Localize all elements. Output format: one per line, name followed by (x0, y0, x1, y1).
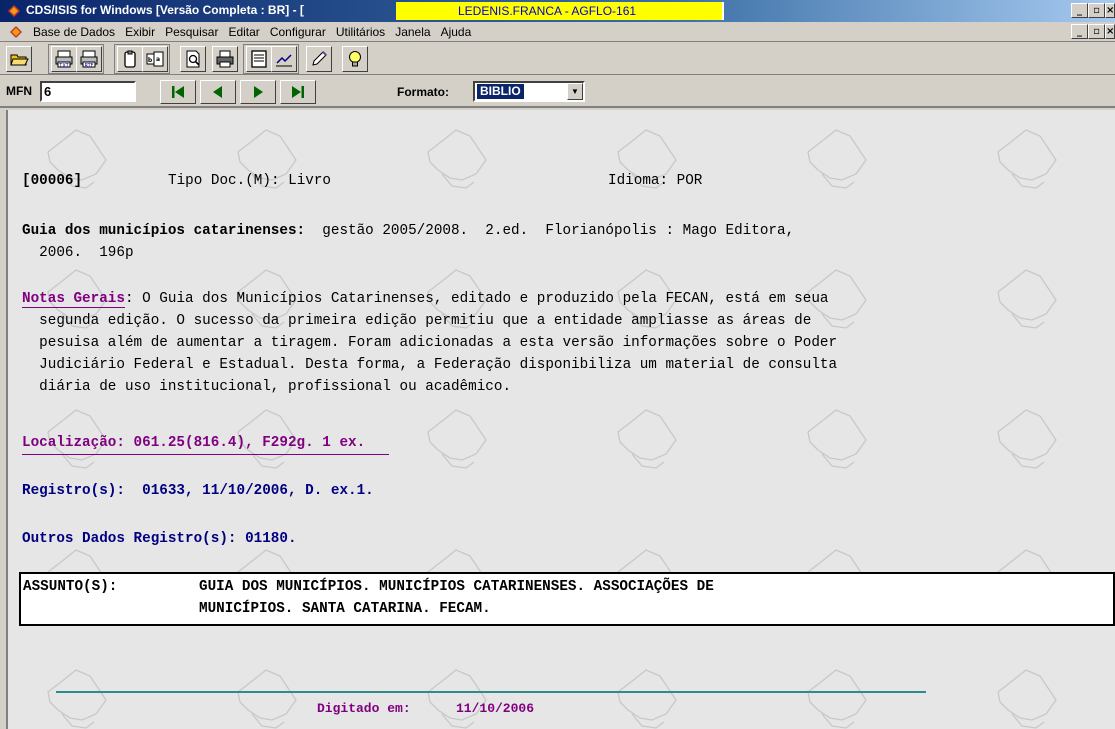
assunto-label: ASSUNTO(S): (23, 579, 118, 595)
notes-line-5: diária de uso institucional, profissiona… (22, 379, 512, 395)
pencil-icon (312, 51, 327, 66)
idioma: Idioma: POR (608, 173, 703, 189)
formato-select[interactable]: BIBLIO ▼ (473, 81, 585, 102)
title-rest: gestão 2005/2008. 2.ed. Florianópolis : … (305, 223, 795, 239)
menu-base-de-dados[interactable]: Base de Dados (28, 25, 120, 39)
mfn-label: MFN (6, 84, 32, 98)
print-preview-button[interactable] (180, 46, 206, 72)
first-record-icon (172, 86, 184, 98)
child-restore-button[interactable]: ▫ (1088, 24, 1105, 39)
svg-text:TXT: TXT (58, 63, 69, 69)
notes-line-2: segunda edição. O sucesso da primeira ed… (22, 313, 812, 329)
notes-text-1: : O Guia dos Municípios Catarinenses, ed… (124, 291, 829, 307)
next-record-button[interactable] (240, 80, 276, 104)
export-rtf-button[interactable]: RTF (76, 46, 102, 72)
open-folder-button[interactable] (6, 46, 32, 72)
last-record-button[interactable] (280, 80, 316, 104)
menu-configurar[interactable]: Configurar (265, 25, 331, 39)
svg-text:a: a (156, 56, 160, 63)
notes-line-3: pesuisa além de aumentar a tiragem. Fora… (22, 335, 838, 351)
printer-txt-icon: TXT (55, 50, 73, 69)
edit-form-icon (276, 54, 292, 67)
menu-editar[interactable]: Editar (223, 25, 264, 39)
title-label: Guia dos municípios catarinenses: (22, 223, 306, 239)
hint-button[interactable] (342, 46, 368, 72)
outros-dados: Outros Dados Registro(s): 01180. (22, 531, 297, 547)
printer-rtf-icon: RTF (80, 50, 98, 69)
menu-ajuda[interactable]: Ajuda (436, 25, 477, 39)
footer-divider (56, 691, 926, 693)
notes-block: Notas Gerais: O Guia dos Municípios Cata… (22, 288, 1115, 398)
user-badge: LEDENIS.FRANCA - AGFLO-161 (396, 2, 724, 20)
child-close-button[interactable]: × (1105, 24, 1115, 39)
assunto-box: ASSUNTO(S): GUIA DOS MUNICÍPIOS. MUNICÍP… (19, 572, 1115, 626)
title-line: Guia dos municípios catarinenses: gestão… (22, 220, 794, 242)
notes-label: Notas Gerais (22, 291, 125, 308)
assunto-line-2: MUNICÍPIOS. SANTA CATARINA. FECAM. (199, 601, 491, 617)
previous-record-icon (213, 86, 222, 98)
title-line-2: 2006. 196p (22, 245, 134, 261)
toolbar: TXT RTF b a (0, 43, 1115, 75)
menu-pesquisar[interactable]: Pesquisar (160, 25, 223, 39)
window-title: CDS/ISIS for Windows [Versão Completa : … (26, 3, 304, 17)
paste-button[interactable]: b a (142, 46, 168, 72)
clipboard-icon (124, 50, 136, 68)
tipo-doc: Tipo Doc.(M): Livro (168, 173, 332, 189)
child-minimize-button[interactable]: _ (1071, 24, 1088, 39)
digitado-label: Digitado em: (317, 701, 411, 716)
notes-line-4: Judiciário Federal e Estadual. Desta for… (22, 357, 838, 373)
lightbulb-icon (349, 51, 361, 67)
previous-record-button[interactable] (200, 80, 236, 104)
title-bar[interactable]: CDS/ISIS for Windows [Versão Completa : … (0, 0, 1115, 22)
copy-button[interactable] (117, 46, 143, 72)
first-record-button[interactable] (160, 80, 196, 104)
print-preview-icon (186, 50, 200, 68)
map-watermark (47, 129, 1057, 729)
display-button[interactable] (246, 46, 272, 72)
mfn-input[interactable]: 6 (40, 81, 136, 102)
open-folder-icon (10, 54, 29, 66)
record-display[interactable]: [00006] Tipo Doc.(M): Livro Idioma: POR … (6, 110, 1115, 729)
document-icon[interactable] (8, 24, 24, 40)
printer-icon (216, 50, 234, 68)
paste-icon: b a (146, 51, 164, 67)
digitado-value: 11/10/2006 (456, 701, 535, 716)
app-icon (8, 5, 20, 17)
menu-janela[interactable]: Janela (390, 25, 435, 39)
record-id: [00006] (22, 173, 83, 189)
registros: Registro(s): 01633, 11/10/2006, D. ex.1. (22, 483, 374, 499)
menu-utilitarios[interactable]: Utilitários (331, 25, 390, 39)
window-list-icon (251, 50, 267, 68)
print-button[interactable] (212, 46, 238, 72)
formato-value: BIBLIO (477, 84, 524, 99)
last-record-icon (292, 86, 304, 98)
next-record-icon (254, 86, 263, 98)
assunto-line-1: GUIA DOS MUNICÍPIOS. MUNICÍPIOS CATARINE… (199, 579, 714, 595)
svg-text:b: b (148, 57, 153, 64)
pencil-button[interactable] (306, 46, 332, 72)
edit-record-button[interactable] (271, 46, 297, 72)
close-button[interactable]: × (1105, 3, 1115, 18)
notes-line-1: Notas Gerais: O Guia dos Municípios Cata… (22, 288, 1115, 310)
chevron-down-icon[interactable]: ▼ (567, 83, 583, 100)
formato-label: Formato: (397, 85, 449, 99)
menu-exibir[interactable]: Exibir (120, 25, 160, 39)
minimize-button[interactable]: _ (1071, 3, 1088, 18)
navigation-bar: MFN 6 Formato: BIBLIO ▼ (0, 76, 1115, 108)
localizacao: Localização: 061.25(816.4), F292g. 1 ex. (22, 432, 390, 455)
svg-text:RTF: RTF (84, 63, 93, 69)
export-txt-button[interactable]: TXT (51, 46, 77, 72)
menu-bar: Base de Dados Exibir Pesquisar Editar Co… (0, 22, 1115, 42)
maximize-button[interactable]: ▫ (1088, 3, 1105, 18)
